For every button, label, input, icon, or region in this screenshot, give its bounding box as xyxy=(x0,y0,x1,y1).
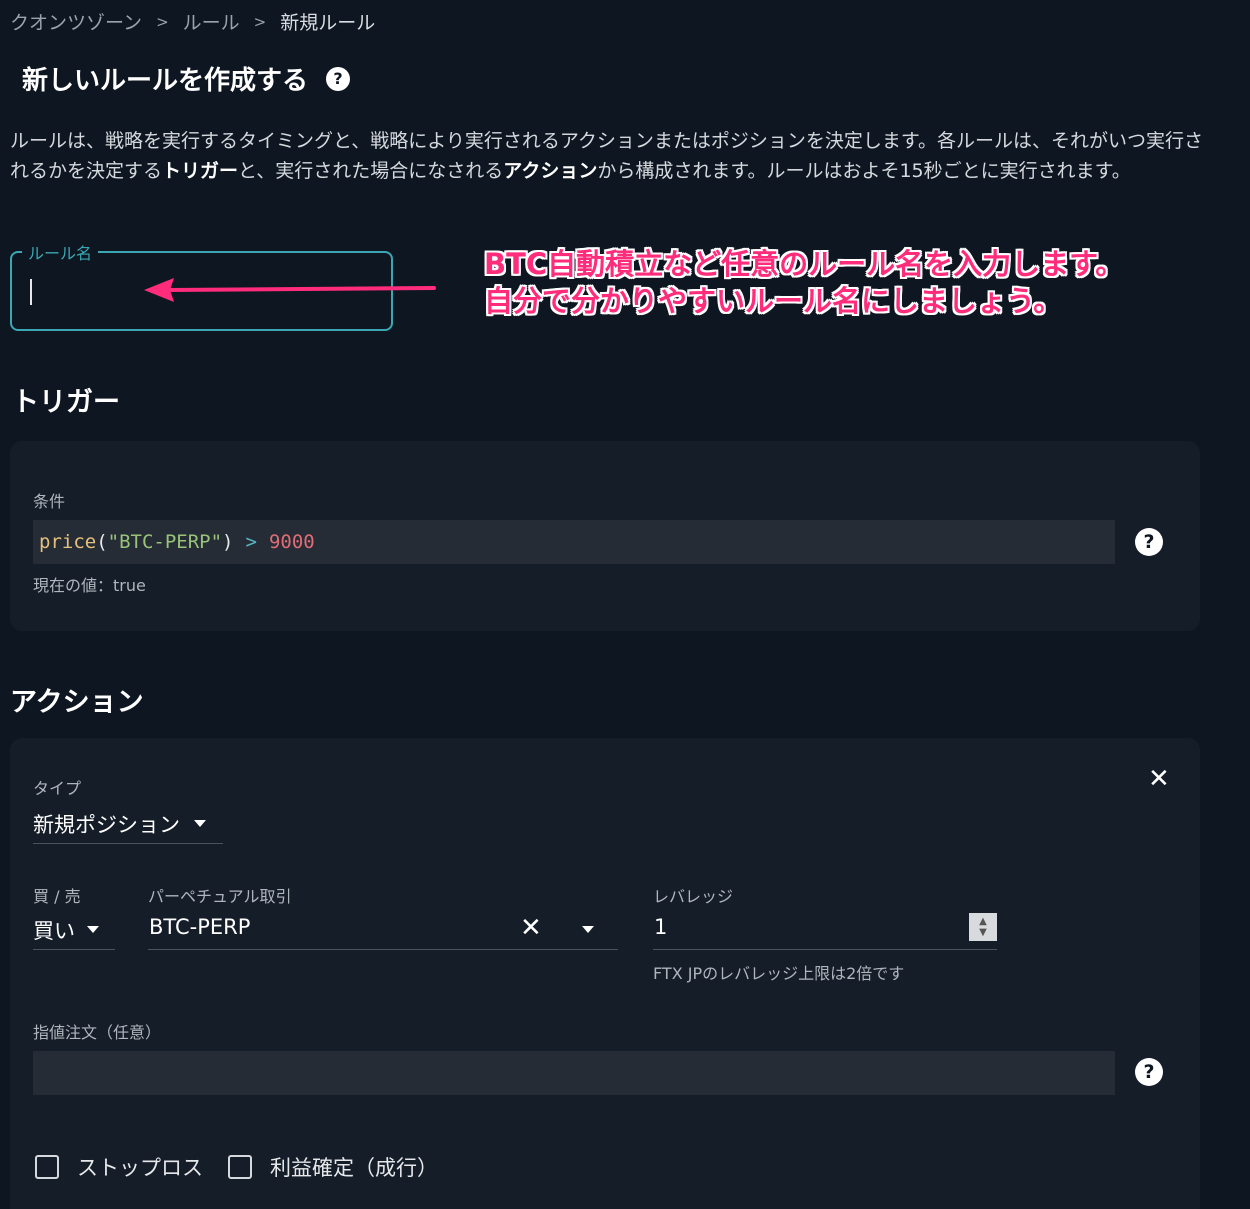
condition-label: 条件 xyxy=(33,492,66,511)
breadcrumb-separator: > xyxy=(156,12,169,31)
type-value: 新規ポジション xyxy=(33,812,180,837)
type-select[interactable]: 新規ポジション xyxy=(33,804,223,844)
help-icon[interactable]: ? xyxy=(326,66,351,91)
side-label: 買 / 売 xyxy=(33,887,81,906)
side-value: 買い xyxy=(33,918,75,943)
perp-label: パーペチュアル取引 xyxy=(148,887,292,906)
perp-select[interactable]: BTC-PERP ✕ xyxy=(148,910,618,950)
side-select[interactable]: 買い xyxy=(33,910,115,950)
text-cursor xyxy=(30,279,32,305)
chevron-down-icon xyxy=(194,820,206,827)
chevron-down-icon[interactable] xyxy=(582,926,594,933)
leverage-stepper[interactable]: ▲ ▼ xyxy=(969,913,997,941)
takeprofit-label: 利益確定（成行） xyxy=(270,1156,438,1180)
description-trigger: トリガー xyxy=(162,160,239,182)
annotation-line-2: 自分で分かりやすいルール名にしましょう。 xyxy=(484,284,1063,318)
page-title: 新しいルールを作成する xyxy=(22,66,309,96)
stoploss-option[interactable]: ストップロス xyxy=(35,1152,203,1182)
perp-value: BTC-PERP xyxy=(149,915,251,939)
stoploss-label: ストップロス xyxy=(77,1156,203,1180)
breadcrumb-item-rules[interactable]: ルール xyxy=(183,8,240,35)
leverage-hint: FTX JPのレバレッジ上限は2倍です xyxy=(653,964,905,983)
code-string: "BTC-PERP" xyxy=(107,531,223,553)
takeprofit-checkbox[interactable] xyxy=(228,1155,252,1179)
description-text: から構成されます。ルールはおよそ15秒ごとに実行されます。 xyxy=(597,160,1131,182)
condition-editor[interactable]: price("BTC-PERP") >9000 xyxy=(33,520,1115,564)
action-heading: アクション xyxy=(10,687,144,718)
limit-order-label: 指値注文（任意） xyxy=(33,1023,162,1042)
type-label: タイプ xyxy=(33,779,82,798)
page-description: ルールは、戦略を実行するタイミングと、戦略により実行されるアクションまたはポジシ… xyxy=(10,126,1215,186)
description-text: と、実行された場合になされる xyxy=(238,160,504,182)
stepper-down-icon[interactable]: ▼ xyxy=(979,927,987,938)
trigger-heading: トリガー xyxy=(12,387,120,418)
current-value-text: 現在の値：true xyxy=(33,576,146,595)
clear-icon[interactable]: ✕ xyxy=(520,913,542,943)
code-paren: ( xyxy=(96,531,108,553)
takeprofit-option[interactable]: 利益確定（成行） xyxy=(228,1152,438,1182)
stepper-up-icon[interactable]: ▲ xyxy=(979,916,987,927)
rule-name-label: ルール名 xyxy=(22,240,99,264)
code-number: 9000 xyxy=(268,531,315,553)
leverage-value: 1 xyxy=(654,915,668,939)
leverage-label: レバレッジ xyxy=(653,887,734,906)
breadcrumb: クオンツゾーン > ルール > 新規ルール xyxy=(10,8,375,35)
code-function: price xyxy=(39,531,97,553)
chevron-down-icon xyxy=(87,926,99,933)
annotation-line-1: BTC自動積立など任意のルール名を入力します。 xyxy=(484,247,1125,281)
leverage-input[interactable]: 1 xyxy=(653,910,997,950)
close-icon[interactable]: ✕ xyxy=(1148,764,1170,794)
description-action: アクション xyxy=(503,160,598,182)
stoploss-checkbox[interactable] xyxy=(35,1155,59,1179)
limit-order-input[interactable] xyxy=(33,1051,1115,1095)
limit-order-help-icon[interactable]: ? xyxy=(1135,1058,1163,1086)
breadcrumb-item-new-rule: 新規ルール xyxy=(280,12,376,34)
code-operator: > xyxy=(245,531,257,553)
breadcrumb-separator: > xyxy=(253,12,267,31)
page-title-row: 新しいルールを作成する ? xyxy=(22,60,351,97)
breadcrumb-item-quantzone[interactable]: クオンツゾーン xyxy=(10,8,142,35)
annotation-text: BTC自動積立など任意のルール名を入力します。 自分で分かりやすいルール名にしま… xyxy=(484,246,1124,320)
condition-help-icon[interactable]: ? xyxy=(1135,528,1163,556)
annotation-arrow-icon xyxy=(144,278,436,302)
code-paren: ) xyxy=(222,531,234,553)
